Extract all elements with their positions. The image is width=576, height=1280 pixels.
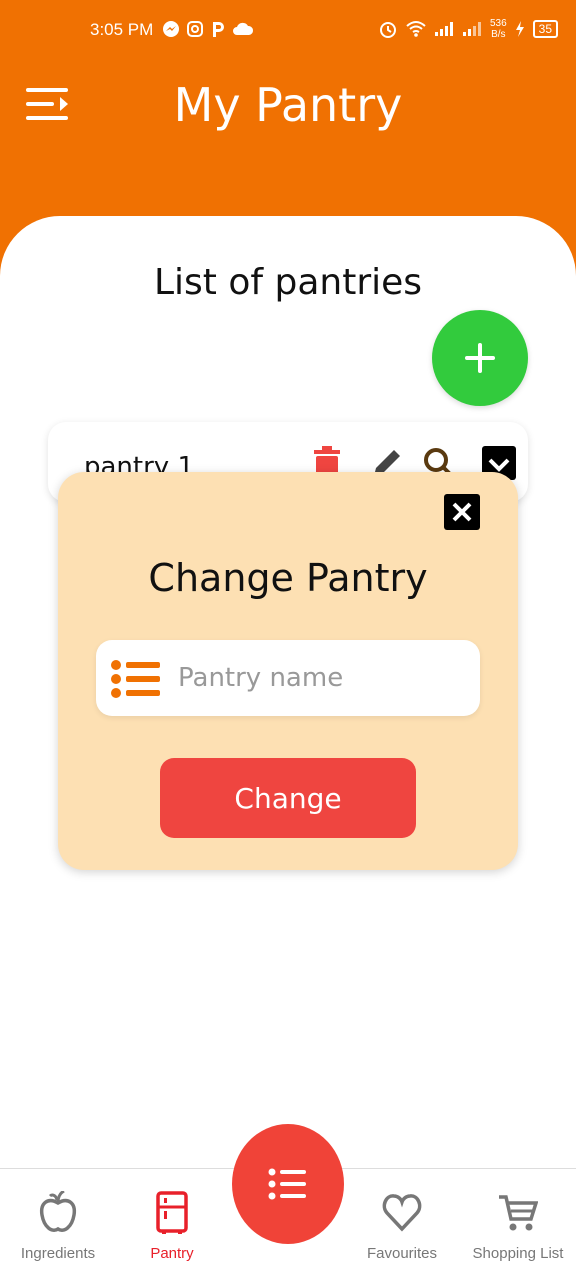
fridge-icon (156, 1191, 188, 1234)
center-list-button[interactable] (232, 1124, 344, 1244)
close-icon (452, 502, 472, 522)
section-title: List of pantries (153, 262, 423, 303)
nav-item-shopping-list[interactable]: Shopping List (460, 1169, 576, 1280)
wifi-icon (406, 21, 426, 37)
status-time: 3:05 PM (90, 20, 154, 39)
change-button[interactable]: Change (160, 758, 416, 838)
messenger-icon (163, 21, 179, 37)
instagram-icon (187, 21, 203, 37)
nav-label-favourites: Favourites (366, 1245, 438, 1262)
nav-item-pantry[interactable]: Pantry (114, 1169, 230, 1280)
signal-2-icon (462, 22, 481, 36)
heart-icon (382, 1194, 422, 1232)
network-speed: 536 B/s (490, 18, 507, 40)
charging-icon (515, 21, 524, 37)
battery-level: 35 (532, 20, 558, 38)
change-pantry-dialog: Change Pantry Change (58, 472, 518, 870)
plus-icon (465, 343, 495, 373)
apple-icon (39, 1191, 77, 1232)
pantry-name-field[interactable] (96, 640, 480, 716)
nav-item-ingredients[interactable]: Ingredients (0, 1169, 116, 1280)
list-icon (111, 660, 160, 698)
alarm-icon (379, 22, 396, 38)
network-speed-unit: B/s (491, 29, 506, 40)
nav-label-pantry: Pantry (150, 1245, 194, 1262)
cloud-icon (233, 22, 254, 35)
status-bar: 3:05 PM 536 B/s 35 (0, 0, 576, 64)
nav-label-shopping-list: Shopping List (472, 1245, 564, 1262)
close-dialog-button[interactable] (444, 494, 480, 530)
notification-icons (162, 20, 254, 38)
list-icon (268, 1168, 306, 1200)
app-title: My Pantry (173, 78, 403, 132)
app-header: My Pantry (0, 64, 576, 214)
nav-item-favourites[interactable]: Favourites (344, 1169, 460, 1280)
cart-icon (499, 1195, 538, 1231)
nav-label-ingredients: Ingredients (20, 1245, 96, 1262)
pantry-name-input[interactable] (178, 654, 468, 702)
system-icons: 536 B/s 35 (378, 18, 558, 40)
signal-icon (434, 22, 453, 36)
network-speed-value: 536 (489, 18, 507, 29)
p-app-icon (213, 22, 224, 37)
dialog-title: Change Pantry (148, 556, 428, 600)
add-pantry-button[interactable] (432, 310, 528, 406)
